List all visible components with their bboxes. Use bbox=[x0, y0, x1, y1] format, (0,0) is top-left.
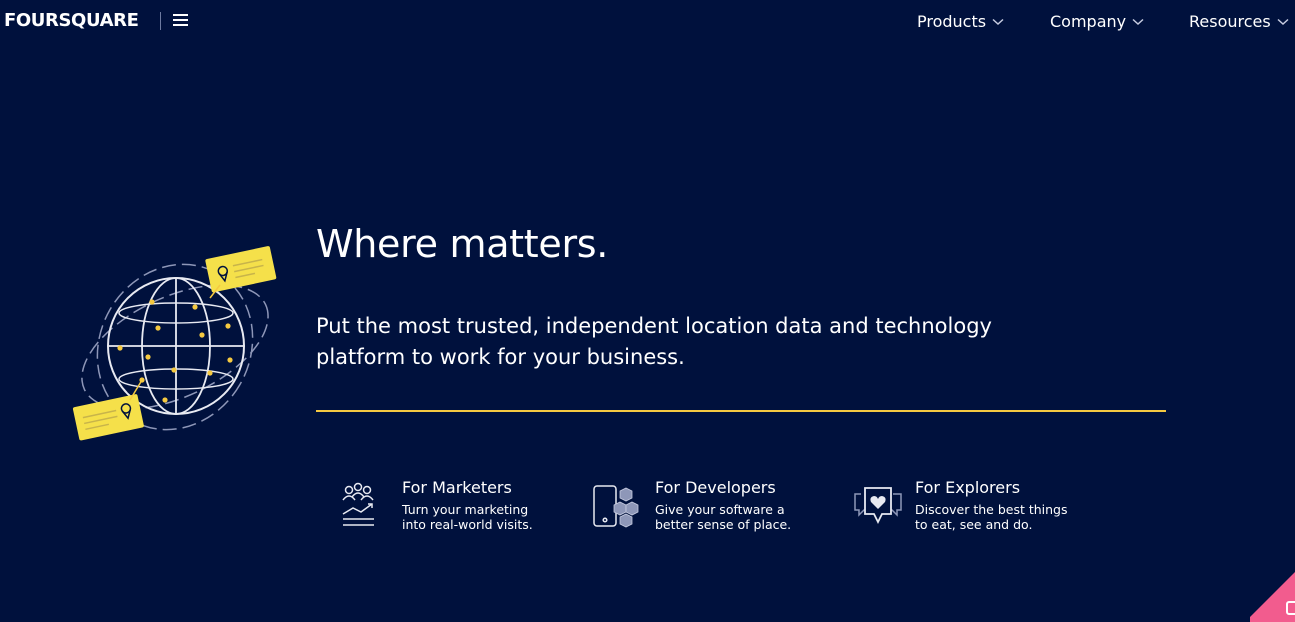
audience-developers-title: For Developers bbox=[655, 478, 776, 497]
chevron-down-icon bbox=[1132, 18, 1144, 25]
foursquare-logo[interactable]: FOURSQUARE bbox=[4, 10, 139, 31]
audience-explorers-title: For Explorers bbox=[915, 478, 1021, 497]
nav-company-label: Company bbox=[1050, 12, 1127, 31]
audience-marketers-title: For Marketers bbox=[402, 478, 512, 497]
nav-products-label: Products bbox=[917, 12, 987, 31]
heart-chat-icon bbox=[854, 487, 902, 525]
audience-marketers-desc: Turn your marketing into real-world visi… bbox=[402, 502, 577, 532]
accent-divider bbox=[316, 410, 1166, 412]
nav-company[interactable]: Company bbox=[1050, 12, 1144, 31]
chevron-down-icon bbox=[992, 18, 1004, 25]
audience-developers-desc: Give your software a better sense of pla… bbox=[655, 502, 830, 532]
audience-explorers-desc: Discover the best things to eat, see and… bbox=[915, 502, 1090, 532]
globe-illustration bbox=[72, 246, 277, 441]
people-icon bbox=[342, 482, 374, 526]
nav-resources-label: Resources bbox=[1189, 12, 1271, 31]
phone-blocks-icon bbox=[593, 485, 639, 528]
audience-developers-line-1: Give your software a bbox=[655, 502, 785, 517]
audience-explorers-line-1: Discover the best things bbox=[915, 502, 1068, 517]
nav-divider bbox=[160, 12, 161, 30]
nav-products[interactable]: Products bbox=[917, 12, 1004, 31]
audience-marketers[interactable]: For Marketers Turn your marketing into r… bbox=[340, 478, 580, 538]
hero-subhead: Put the most trusted, independent locati… bbox=[316, 314, 992, 369]
audience-developers[interactable]: For Developers Give your software a bett… bbox=[593, 478, 833, 538]
audience-explorers-line-2: to eat, see and do. bbox=[915, 517, 1033, 532]
top-nav: FOURSQUARE Products Company Resources bbox=[0, 0, 1295, 44]
audience-marketers-line-1: Turn your marketing bbox=[402, 502, 529, 517]
audience-developers-line-2: better sense of place. bbox=[655, 517, 792, 532]
audience-explorers[interactable]: For Explorers Discover the best things t… bbox=[853, 478, 1093, 538]
audience-marketers-line-2: into real-world visits. bbox=[402, 517, 533, 532]
hero-headline: Where matters. bbox=[316, 222, 609, 266]
chevron-down-icon bbox=[1277, 18, 1289, 25]
menu-icon[interactable] bbox=[173, 14, 189, 28]
nav-resources[interactable]: Resources bbox=[1189, 12, 1289, 31]
